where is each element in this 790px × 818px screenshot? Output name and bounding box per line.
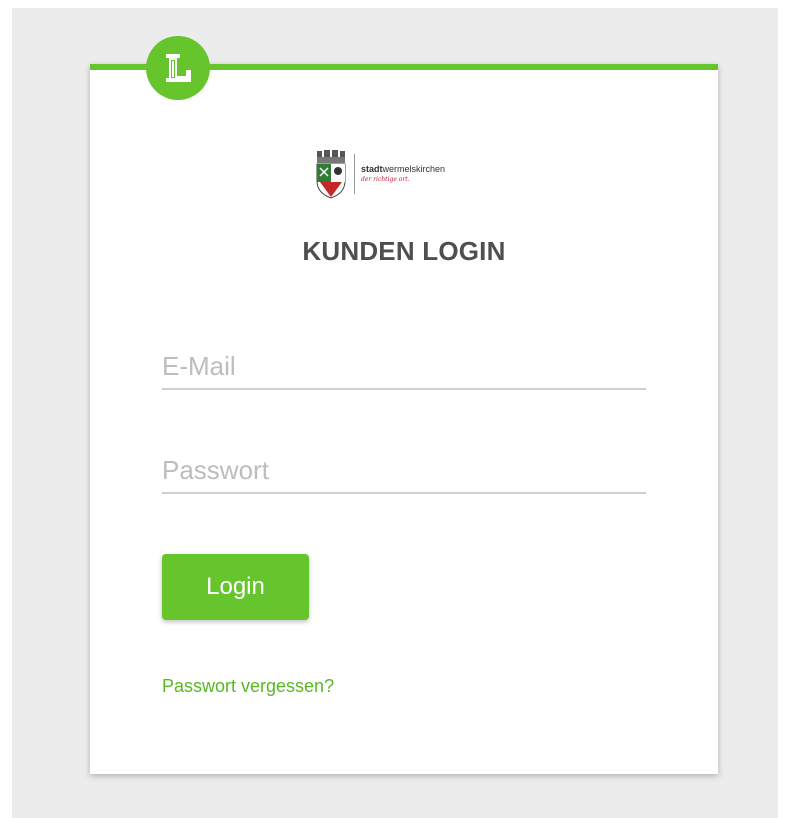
password-field-wrapper [162, 448, 646, 494]
org-name-rest: wermelskirchen [382, 164, 446, 174]
brand-l-icon [166, 54, 191, 82]
brand-badge [146, 36, 210, 100]
org-name-bold: stadt [361, 164, 383, 174]
login-card: stadtwermelskirchen der richtige ort. KU… [90, 36, 718, 774]
email-field[interactable] [162, 344, 646, 388]
logo-text: stadtwermelskirchen der richtige ort. [361, 164, 445, 184]
forgot-password-link[interactable]: Passwort vergessen? [162, 676, 334, 697]
login-button[interactable]: Login [162, 554, 309, 620]
password-field[interactable] [162, 448, 646, 492]
org-tagline: der richtige ort. [361, 176, 410, 183]
email-field-wrapper [162, 344, 646, 390]
city-logo: stadtwermelskirchen der richtige ort. [314, 148, 504, 200]
page-title: KUNDEN LOGIN [302, 236, 506, 266]
coat-of-arms-icon [316, 150, 346, 199]
logo-divider [354, 154, 355, 194]
org-name: stadtwermelskirchen [361, 164, 445, 175]
